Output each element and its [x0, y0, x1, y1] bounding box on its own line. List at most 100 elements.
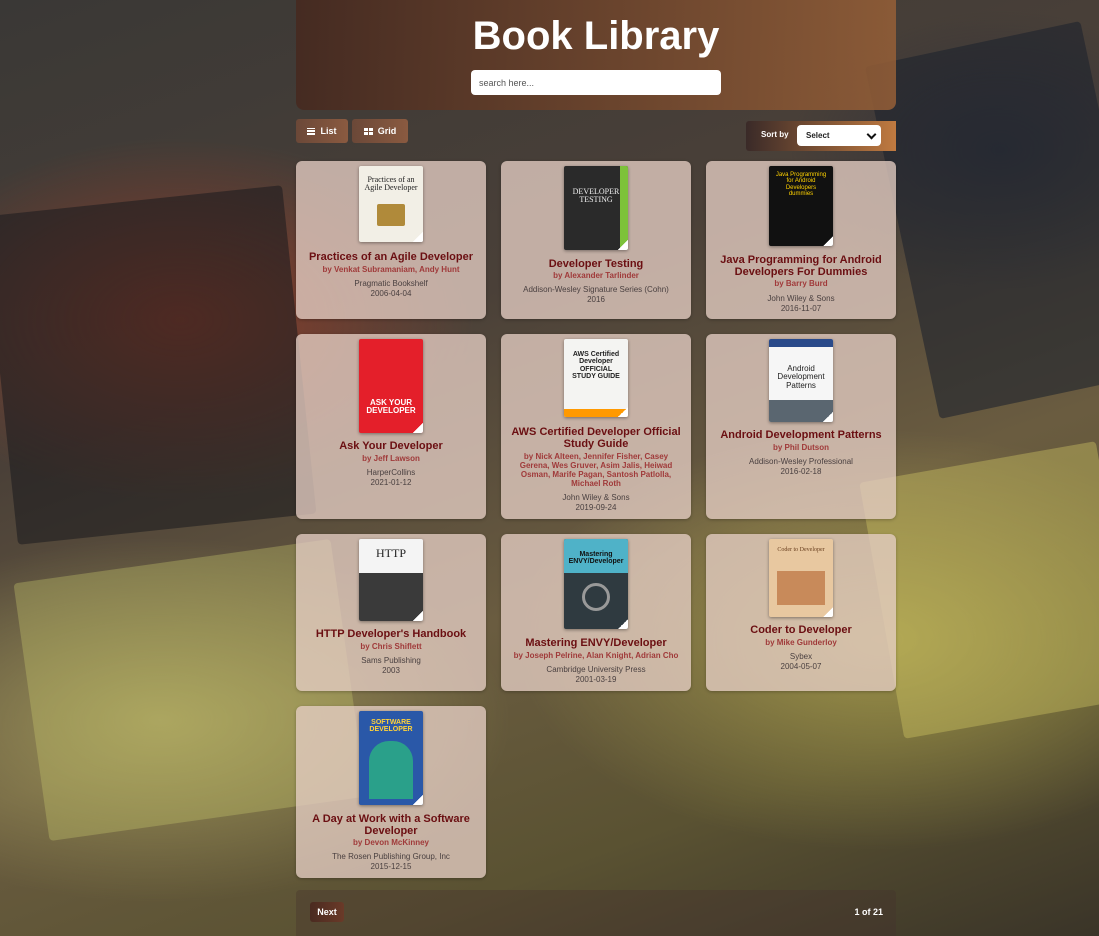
- list-view-button[interactable]: List: [296, 119, 348, 143]
- book-title: Android Development Patterns: [720, 429, 882, 441]
- book-title: Java Programming for Android Developers …: [720, 254, 882, 278]
- cover-illustration: [377, 204, 405, 226]
- book-cover-text: Coder to Developer: [777, 547, 825, 553]
- book-publisher: Cambridge University Press: [546, 665, 646, 674]
- book-publisher: Pragmatic Bookshelf: [354, 279, 428, 288]
- cover-corner-icon: [823, 236, 833, 246]
- book-publisher: Sybex: [789, 652, 813, 661]
- cover-corner-icon: [823, 607, 833, 617]
- book-cover: ASK YOUR DEVELOPER: [359, 339, 423, 433]
- book-cover: Practices of an Agile Developer: [359, 166, 423, 242]
- book-authors: by Phil Dutson: [773, 443, 829, 452]
- book-card[interactable]: DEVELOPER TESTING Developer Testing by A…: [501, 161, 691, 319]
- book-date: 2016: [587, 295, 605, 304]
- cover-corner-icon: [618, 619, 628, 629]
- book-date: 2003: [382, 666, 400, 675]
- book-publisher: John Wiley & Sons: [767, 294, 835, 303]
- book-date: 2021-01-12: [370, 478, 412, 487]
- book-title: Ask Your Developer: [339, 440, 443, 452]
- book-authors: by Alexander Tarlinder: [553, 271, 639, 280]
- book-date: 2016-11-07: [780, 304, 822, 313]
- book-card[interactable]: Mastering ENVY/Developer Mastering ENVY/…: [501, 534, 691, 691]
- book-cover-text: DEVELOPER TESTING: [572, 187, 620, 205]
- sort-bar: Sort by Select: [746, 121, 896, 151]
- book-cover: Mastering ENVY/Developer: [564, 539, 628, 629]
- book-publisher: Addison-Wesley Professional: [749, 457, 853, 466]
- book-cover-text: Android Development Patterns: [777, 364, 825, 390]
- book-cover: Java Programming for Android Developers …: [769, 166, 833, 246]
- cover-corner-icon: [618, 240, 628, 250]
- book-cover: DEVELOPER TESTING: [564, 166, 628, 250]
- book-date: 2006-04-04: [370, 289, 412, 298]
- book-card[interactable]: AWS Certified Developer OFFICIAL STUDY G…: [501, 334, 691, 519]
- chevron-down-icon: [866, 129, 877, 140]
- book-title: Practices of an Agile Developer: [308, 251, 474, 263]
- cover-spine-stripe: [620, 166, 628, 250]
- pagination-bar: Next 1 of 21: [296, 890, 896, 936]
- sort-label: Sort by: [761, 130, 789, 139]
- grid-icon: [363, 127, 373, 135]
- book-date: 2019-09-24: [575, 503, 617, 512]
- book-title: A Day at Work with a Software Developer: [312, 813, 470, 837]
- book-date: 2016-02-18: [780, 467, 822, 476]
- cover-corner-icon: [413, 423, 423, 433]
- book-authors: by Jeff Lawson: [362, 454, 420, 463]
- cover-corner-icon: [413, 611, 423, 621]
- book-title: Coder to Developer: [750, 624, 852, 636]
- book-publisher: HarperCollins: [366, 468, 416, 477]
- book-card[interactable]: ASK YOUR DEVELOPER Ask Your Developer by…: [296, 334, 486, 519]
- book-card[interactable]: Android Development Patterns Android Dev…: [706, 334, 896, 519]
- cover-top-bar: [769, 339, 833, 347]
- next-button[interactable]: Next: [310, 902, 344, 922]
- cover-photo: [369, 741, 413, 799]
- book-title: HTTP Developer's Handbook: [315, 628, 467, 640]
- book-cover: AWS Certified Developer OFFICIAL STUDY G…: [564, 339, 628, 417]
- book-cover: HTTP: [359, 539, 423, 621]
- background-book-shape: [0, 185, 317, 545]
- book-card[interactable]: Coder to Developer Coder to Developer by…: [706, 534, 896, 691]
- book-card[interactable]: SOFTWARE DEVELOPER A Day at Work with a …: [296, 706, 486, 878]
- book-cover: Android Development Patterns: [769, 339, 833, 422]
- book-publisher: Addison-Wesley Signature Series (Cohn): [523, 285, 669, 294]
- page-info: 1 of 21: [854, 907, 883, 917]
- book-card[interactable]: Java Programming for Android Developers …: [706, 161, 896, 319]
- cover-corner-icon: [618, 407, 628, 417]
- cover-corner-icon: [823, 412, 833, 422]
- book-title: AWS Certified Developer Official Study G…: [511, 426, 681, 450]
- book-title: Developer Testing: [548, 258, 644, 270]
- book-cover-text: AWS Certified Developer OFFICIAL STUDY G…: [572, 351, 620, 381]
- book-cover: SOFTWARE DEVELOPER: [359, 711, 423, 805]
- book-publisher: John Wiley & Sons: [562, 493, 630, 502]
- search-input[interactable]: [471, 70, 721, 95]
- book-date: 2001-03-19: [575, 675, 617, 684]
- list-view-label: List: [320, 126, 337, 136]
- book-cover-text: HTTP: [376, 546, 406, 560]
- library-header: Book Library: [296, 0, 896, 110]
- book-cover-text: Practices of an Agile Developer: [364, 175, 418, 193]
- book-title: Mastering ENVY/Developer: [525, 637, 667, 649]
- book-card[interactable]: Practices of an Agile Developer Practice…: [296, 161, 486, 319]
- cover-corner-icon: [413, 232, 423, 242]
- book-card[interactable]: HTTP HTTP Developer's Handbook by Chris …: [296, 534, 486, 691]
- list-icon: [307, 127, 316, 135]
- book-cover: Coder to Developer: [769, 539, 833, 617]
- book-authors: by Barry Burd: [774, 279, 828, 288]
- book-authors: by Joseph Pelrine, Alan Knight, Adrian C…: [513, 651, 679, 660]
- cover-circle: [582, 583, 610, 611]
- cover-corner-icon: [413, 795, 423, 805]
- book-cover-text: ASK YOUR DEVELOPER: [366, 398, 416, 416]
- book-publisher: Sams Publishing: [361, 656, 421, 665]
- book-authors: by Devon McKinney: [352, 838, 429, 847]
- book-authors: by Chris Shiflett: [360, 642, 422, 651]
- grid-view-button[interactable]: Grid: [352, 119, 408, 143]
- book-authors: by Mike Gunderloy: [765, 638, 837, 647]
- book-cover-text: Mastering ENVY/Developer: [568, 551, 624, 566]
- book-publisher: The Rosen Publishing Group, Inc: [332, 852, 450, 861]
- book-cover-text: Java Programming for Android Developers …: [775, 172, 827, 197]
- book-cover-text: SOFTWARE DEVELOPER: [369, 719, 413, 734]
- book-authors: by Venkat Subramaniam, Andy Hunt: [322, 265, 460, 274]
- sort-select[interactable]: Select: [797, 125, 881, 146]
- book-authors: by Nick Alteen, Jennifer Fisher, Casey G…: [519, 452, 673, 488]
- page-title: Book Library: [472, 14, 720, 58]
- grid-view-label: Grid: [377, 126, 397, 136]
